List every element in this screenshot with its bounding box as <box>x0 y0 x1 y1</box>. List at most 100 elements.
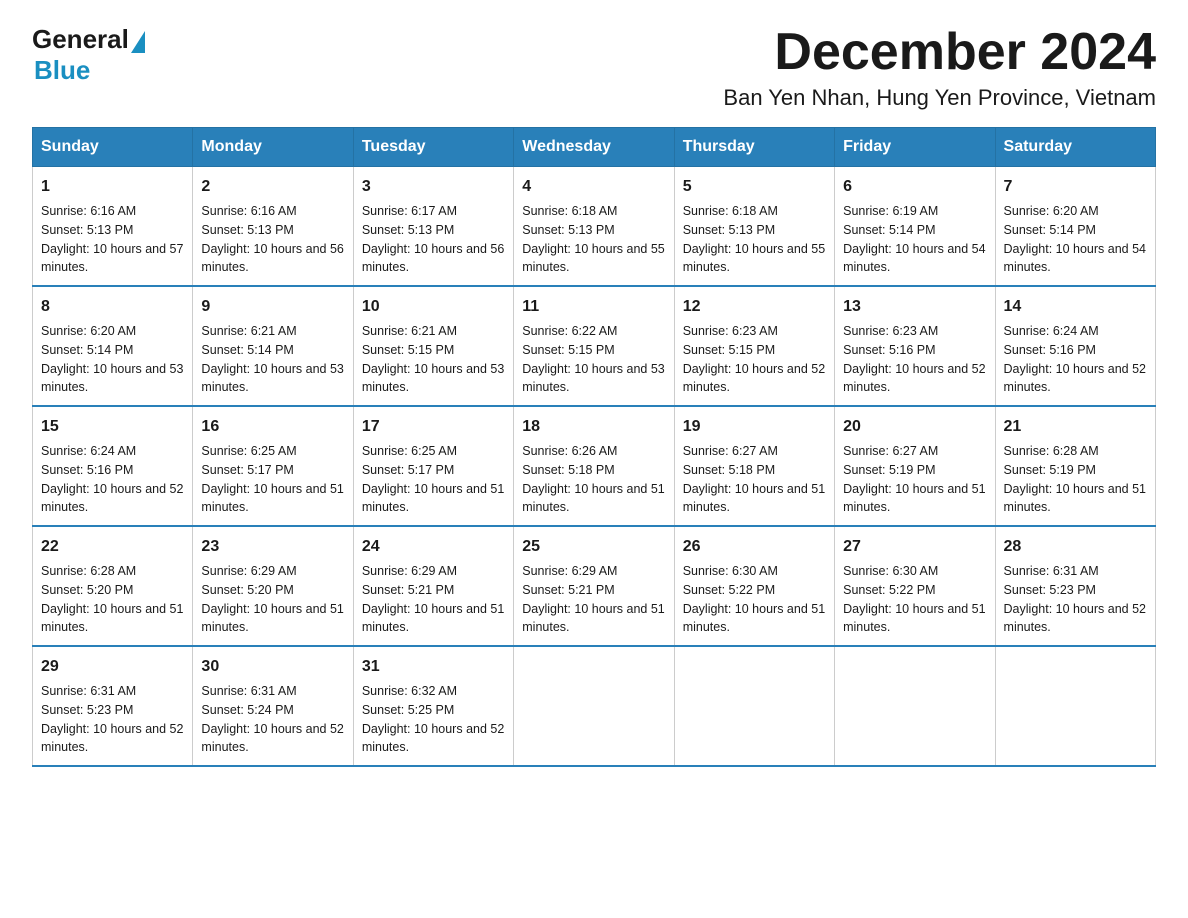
sunrise-label: Sunrise: 6:25 AM <box>201 444 296 458</box>
day-number: 23 <box>201 535 344 559</box>
calendar-cell: 9Sunrise: 6:21 AMSunset: 5:14 PMDaylight… <box>193 286 353 406</box>
calendar-table: SundayMondayTuesdayWednesdayThursdayFrid… <box>32 127 1156 767</box>
calendar-cell: 22 Sunrise: 6:28 AM Sunset: 5:20 PM Dayligh… <box>33 526 193 646</box>
calendar-cell: 14Sunrise: 6:24 AMSunset: 5:16 PMDayligh… <box>995 286 1155 406</box>
calendar-cell: 7Sunrise: 6:20 AMSunset: 5:14 PMDaylight… <box>995 167 1155 287</box>
daylight-label: Daylight: 10 hours and 51 minutes. <box>201 482 343 515</box>
sunset-label: Sunset: 5:24 PM <box>201 703 293 717</box>
sunrise-label: Sunrise: 6:27 AM <box>843 444 938 458</box>
daylight-label: Daylight: 10 hours and 55 minutes. <box>522 242 664 275</box>
header-friday: Friday <box>835 128 995 167</box>
daylight-label: Daylight: 10 hours and 51 minutes. <box>362 482 504 515</box>
sunrise-label: Sunrise: 6:19 AM <box>843 204 938 218</box>
day-number: 21 <box>1004 415 1147 439</box>
sunset-label: Sunset: 5:15 PM <box>362 343 454 357</box>
calendar-cell: 13Sunrise: 6:23 AMSunset: 5:16 PMDayligh… <box>835 286 995 406</box>
sunrise-label: Sunrise: 6:22 AM <box>522 324 617 338</box>
header-tuesday: Tuesday <box>353 128 513 167</box>
calendar-cell: 11Sunrise: 6:22 AMSunset: 5:15 PMDayligh… <box>514 286 674 406</box>
day-number: 10 <box>362 295 505 319</box>
daylight-label: Daylight: 10 hours and 52 minutes. <box>41 482 183 515</box>
calendar-header-row: SundayMondayTuesdayWednesdayThursdayFrid… <box>33 128 1156 167</box>
logo-blue-text: Blue <box>34 55 90 86</box>
day-number: 13 <box>843 295 986 319</box>
daylight-label: Daylight: 10 hours and 51 minutes. <box>683 602 825 635</box>
sunset-label: Sunset: 5:15 PM <box>683 343 775 357</box>
daylight-label: Daylight: 10 hours and 51 minutes. <box>522 602 664 635</box>
calendar-cell: 25Sunrise: 6:29 AMSunset: 5:21 PMDayligh… <box>514 526 674 646</box>
day-number: 4 <box>522 175 665 199</box>
day-number: 17 <box>362 415 505 439</box>
sunrise-label: Sunrise: 6:24 AM <box>41 444 136 458</box>
sunrise-label: Sunrise: 6:16 AM <box>201 204 296 218</box>
calendar-cell: 16Sunrise: 6:25 AMSunset: 5:17 PMDayligh… <box>193 406 353 526</box>
sunset-label: Sunset: 5:14 PM <box>41 343 133 357</box>
day-number: 29 <box>41 655 184 679</box>
daylight-label: Daylight: 10 hours and 51 minutes. <box>41 602 183 635</box>
daylight-label: Daylight: 10 hours and 55 minutes. <box>683 242 825 275</box>
logo-triangle-icon <box>131 31 145 53</box>
day-number: 25 <box>522 535 665 559</box>
day-number: 2 <box>201 175 344 199</box>
day-number: 18 <box>522 415 665 439</box>
sunrise-label: Sunrise: 6:28 AM <box>41 564 136 578</box>
calendar-week-2: 8Sunrise: 6:20 AMSunset: 5:14 PMDaylight… <box>33 286 1156 406</box>
daylight-label: Daylight: 10 hours and 51 minutes. <box>843 482 985 515</box>
day-number: 3 <box>362 175 505 199</box>
sunset-label: Sunset: 5:23 PM <box>1004 583 1096 597</box>
day-number: 12 <box>683 295 826 319</box>
sunset-label: Sunset: 5:19 PM <box>1004 463 1096 477</box>
day-number: 19 <box>683 415 826 439</box>
day-number: 20 <box>843 415 986 439</box>
sunset-label: Sunset: 5:14 PM <box>843 223 935 237</box>
sunset-label: Sunset: 5:20 PM <box>201 583 293 597</box>
calendar-cell: 4Sunrise: 6:18 AMSunset: 5:13 PMDaylight… <box>514 167 674 287</box>
sunrise-label: Sunrise: 6:23 AM <box>843 324 938 338</box>
sunrise-label: Sunrise: 6:17 AM <box>362 204 457 218</box>
daylight-label: Daylight: 10 hours and 52 minutes. <box>683 362 825 395</box>
header-sunday: Sunday <box>33 128 193 167</box>
sunset-label: Sunset: 5:20 PM <box>41 583 133 597</box>
calendar-week-4: 22 Sunrise: 6:28 AM Sunset: 5:20 PM Dayligh… <box>33 526 1156 646</box>
sunset-label: Sunset: 5:18 PM <box>522 463 614 477</box>
sunset-label: Sunset: 5:13 PM <box>362 223 454 237</box>
day-number: 1 <box>41 175 184 199</box>
daylight-label: Daylight: 10 hours and 52 minutes. <box>201 722 343 755</box>
sunset-label: Sunset: 5:14 PM <box>201 343 293 357</box>
sunrise-label: Sunrise: 6:16 AM <box>41 204 136 218</box>
sunset-label: Sunset: 5:25 PM <box>362 703 454 717</box>
calendar-cell: 1Sunrise: 6:16 AMSunset: 5:13 PMDaylight… <box>33 167 193 287</box>
day-number: 6 <box>843 175 986 199</box>
daylight-label: Daylight: 10 hours and 52 minutes. <box>41 722 183 755</box>
calendar-cell: 24Sunrise: 6:29 AMSunset: 5:21 PMDayligh… <box>353 526 513 646</box>
daylight-label: Daylight: 10 hours and 53 minutes. <box>201 362 343 395</box>
day-number: 22 <box>41 535 184 559</box>
daylight-label: Daylight: 10 hours and 54 minutes. <box>1004 242 1146 275</box>
sunrise-label: Sunrise: 6:31 AM <box>1004 564 1099 578</box>
daylight-label: Daylight: 10 hours and 51 minutes. <box>1004 482 1146 515</box>
sunrise-label: Sunrise: 6:20 AM <box>1004 204 1099 218</box>
daylight-label: Daylight: 10 hours and 52 minutes. <box>362 722 504 755</box>
logo-general-text: General <box>32 24 129 55</box>
day-number: 14 <box>1004 295 1147 319</box>
sunset-label: Sunset: 5:13 PM <box>41 223 133 237</box>
calendar-week-1: 1 Sunrise: 6:16 AM Sunset: 5:13 PM Daylight… <box>33 167 1156 287</box>
header-saturday: Saturday <box>995 128 1155 167</box>
calendar-cell <box>835 646 995 766</box>
calendar-cell: 28Sunrise: 6:31 AMSunset: 5:23 PMDayligh… <box>995 526 1155 646</box>
sunrise-label: Sunrise: 6:31 AM <box>41 684 136 698</box>
sunset-label: Sunset: 5:15 PM <box>522 343 614 357</box>
calendar-cell: 21Sunrise: 6:28 AMSunset: 5:19 PMDayligh… <box>995 406 1155 526</box>
day-number: 26 <box>683 535 826 559</box>
sunset-label: Sunset: 5:16 PM <box>843 343 935 357</box>
calendar-cell: 6 Sunrise: 6:19 AM Sunset: 5:14 PM Daylight… <box>835 167 995 287</box>
calendar-cell: 20Sunrise: 6:27 AMSunset: 5:19 PMDayligh… <box>835 406 995 526</box>
calendar-cell: 17Sunrise: 6:25 AMSunset: 5:17 PMDayligh… <box>353 406 513 526</box>
daylight-label: Daylight: 10 hours and 51 minutes. <box>522 482 664 515</box>
day-number: 5 <box>683 175 826 199</box>
sunset-label: Sunset: 5:22 PM <box>683 583 775 597</box>
day-number: 28 <box>1004 535 1147 559</box>
day-number: 16 <box>201 415 344 439</box>
daylight-label: Daylight: 10 hours and 54 minutes. <box>843 242 985 275</box>
logo: General Blue <box>32 24 145 86</box>
